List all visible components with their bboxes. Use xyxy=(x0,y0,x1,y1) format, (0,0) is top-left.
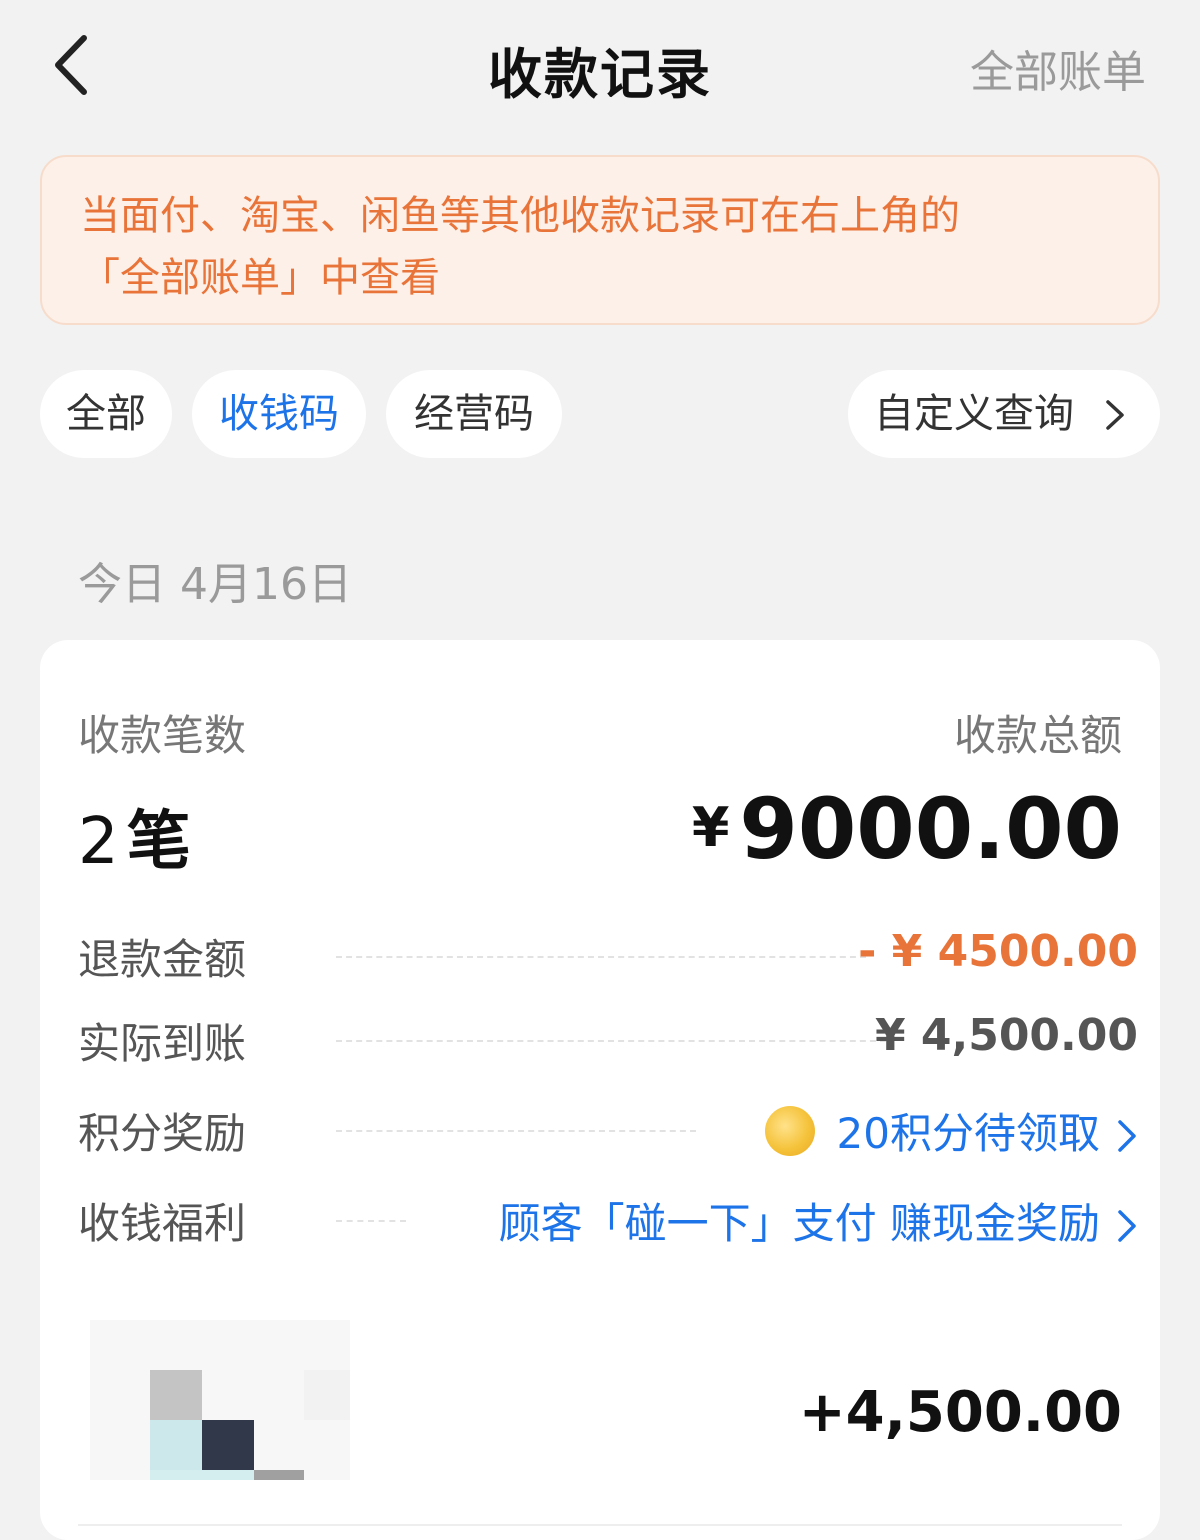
custom-query-label: 自定义查询 xyxy=(874,391,1074,437)
points-text: 20积分待领取 xyxy=(836,1109,1100,1158)
points-label: 积分奖励 xyxy=(78,1109,247,1158)
list-divider xyxy=(78,1524,1122,1526)
detail-row-benefit[interactable]: 收钱福利 顾客「碰一下」支付 赚现金奖励 xyxy=(78,1184,1138,1254)
count-number: 2 xyxy=(78,805,119,879)
info-notice: 当面付、淘宝、闲鱼等其他收款记录可在右上角的 「全部账单」中查看 xyxy=(40,155,1160,325)
total-amount: ¥9000.00 xyxy=(692,780,1122,878)
all-bills-link[interactable]: 全部账单 xyxy=(970,36,1146,100)
filter-chip-collect-code[interactable]: 收钱码 xyxy=(192,370,366,458)
total-label: 收款总额 xyxy=(953,711,1122,760)
dash-divider xyxy=(336,1040,886,1042)
transaction-amount: +4,500.00 xyxy=(798,1380,1122,1445)
benefit-link[interactable]: 顾客「碰一下」支付 赚现金奖励 xyxy=(499,1190,1138,1251)
notice-line-2: 「全部账单」中查看 xyxy=(80,255,440,301)
actual-value: ¥ 4,500.00 xyxy=(874,1010,1138,1061)
benefit-text: 顾客「碰一下」支付 赚现金奖励 xyxy=(498,1199,1100,1248)
count-value: 2笔 xyxy=(78,790,191,882)
filter-chip-all[interactable]: 全部 xyxy=(40,370,172,458)
benefit-label: 收钱福利 xyxy=(78,1199,247,1248)
notice-line-1: 当面付、淘宝、闲鱼等其他收款记录可在右上角的 xyxy=(80,193,960,239)
total-value: 9000.00 xyxy=(739,780,1122,878)
refund-value: - ¥ 4500.00 xyxy=(858,926,1138,977)
dash-divider xyxy=(336,1130,696,1132)
count-unit: 笔 xyxy=(126,805,191,879)
actual-label: 实际到账 xyxy=(78,1019,247,1068)
detail-row-points[interactable]: 积分奖励 20积分待领取 xyxy=(78,1094,1138,1164)
points-link[interactable]: 20积分待领取 xyxy=(764,1100,1138,1161)
chevron-right-icon xyxy=(1118,1210,1136,1242)
refund-label: 退款金额 xyxy=(78,935,247,984)
date-header: 今日 4月16日 xyxy=(78,559,352,610)
filter-chip-business-code[interactable]: 经营码 xyxy=(386,370,562,458)
dash-divider xyxy=(336,956,866,958)
currency-symbol: ¥ xyxy=(691,796,730,859)
custom-query-button[interactable]: 自定义查询 xyxy=(848,370,1160,458)
chevron-right-icon xyxy=(1118,1120,1136,1152)
payer-avatar xyxy=(90,1320,350,1480)
coin-icon xyxy=(764,1106,815,1156)
dash-divider xyxy=(336,1220,406,1222)
count-label: 收款笔数 xyxy=(78,711,247,760)
chevron-right-icon xyxy=(1106,400,1124,430)
top-bar: 收款记录 全部账单 xyxy=(0,0,1200,130)
summary-card: 收款笔数 收款总额 2笔 ¥9000.00 退款金额 - ¥ 4500.00 实… xyxy=(40,640,1160,1540)
detail-row-actual: 实际到账 ¥ 4,500.00 xyxy=(78,1004,1138,1074)
detail-row-refund: 退款金额 - ¥ 4500.00 xyxy=(78,920,1138,990)
